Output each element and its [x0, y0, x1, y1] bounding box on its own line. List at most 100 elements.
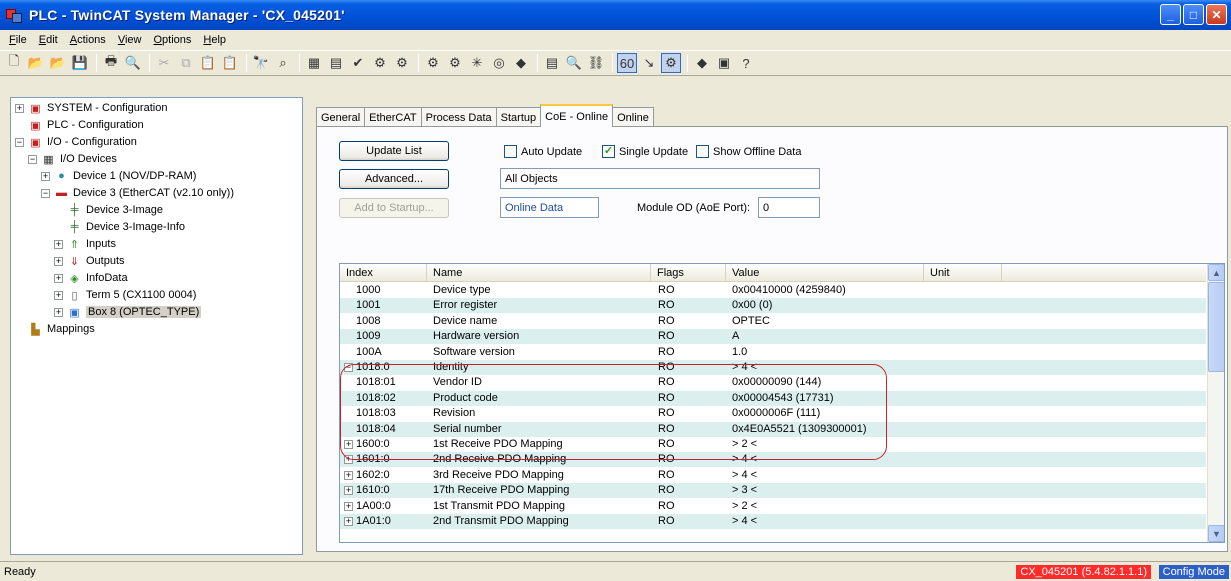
table-row[interactable]: +1601:0 2nd Receive PDO Mapping RO > 4 <: [340, 452, 1206, 468]
object-dictionary-list[interactable]: Index Name Flags Value Unit 1000 Device t…: [339, 263, 1225, 543]
collapse-icon[interactable]: −: [28, 154, 37, 164]
generate-mappings-icon[interactable]: ▦: [304, 53, 324, 73]
free-run-icon[interactable]: ✳: [467, 53, 487, 73]
menu-help[interactable]: Help: [197, 34, 232, 46]
tab-process-data[interactable]: Process Data: [420, 107, 497, 127]
toggle-icon[interactable]: ↘: [639, 53, 659, 73]
scan-boxes-icon[interactable]: ⚙: [445, 53, 465, 73]
open-folder-alt-icon[interactable]: 📂: [48, 53, 68, 73]
minimize-button[interactable]: _: [1160, 4, 1181, 25]
collapse-icon[interactable]: −: [344, 363, 353, 372]
table-row[interactable]: −1018:0 Identity RO > 4 <: [340, 360, 1206, 375]
module-od-field[interactable]: 0: [758, 197, 820, 218]
table-row[interactable]: +1610:0 17th Receive PDO Mapping RO > 3 <: [340, 483, 1206, 499]
tab-coe-online[interactable]: CoE - Online: [540, 104, 614, 127]
column-flags[interactable]: Flags: [651, 264, 726, 282]
save-icon[interactable]: 💾: [70, 53, 90, 73]
expand-icon[interactable]: +: [41, 171, 50, 181]
about-icon[interactable]: ▣: [714, 53, 734, 73]
link-icon[interactable]: ⛓: [586, 53, 606, 73]
tree-item-box8[interactable]: + ▣ Box 8 (OPTEC_TYPE): [54, 304, 202, 320]
tree-item-device3-image[interactable]: ╪ Device 3-Image: [67, 202, 163, 218]
expand-icon[interactable]: +: [54, 273, 63, 283]
scan-devices-icon[interactable]: ⚙: [423, 53, 443, 73]
table-row[interactable]: +1602:0 3rd Receive PDO Mapping RO > 4 <: [340, 468, 1206, 483]
show-source-icon[interactable]: ▤: [542, 53, 562, 73]
configuration-tree[interactable]: + ▣ SYSTEM - Configuration ▣ PLC - Confi…: [10, 97, 303, 555]
tree-item-infodata[interactable]: + ◈ InfoData: [54, 270, 128, 286]
collapse-icon[interactable]: −: [41, 188, 50, 198]
expand-icon[interactable]: +: [54, 307, 63, 317]
check-configuration-icon[interactable]: ▤: [326, 53, 346, 73]
maximize-button[interactable]: □: [1183, 4, 1204, 25]
show-offline-data-checkbox[interactable]: Show Offline Data: [696, 145, 801, 158]
list-scrollbar[interactable]: ▲ ▼: [1207, 264, 1224, 542]
expand-icon[interactable]: +: [344, 501, 353, 511]
table-row[interactable]: 1018:04 Serial number RO 0x4E0A5521 (130930…: [340, 421, 1206, 437]
table-row[interactable]: +1A01:0 2nd Transmit PDO Mapping RO > 4 <: [340, 514, 1206, 529]
scroll-down-icon[interactable]: ▼: [1208, 525, 1224, 542]
tab-ethercat[interactable]: EtherCAT: [364, 107, 422, 127]
new-file-icon[interactable]: 🗋: [4, 53, 24, 73]
menu-options[interactable]: Options: [147, 34, 197, 46]
copy-icon[interactable]: ⧉: [176, 53, 196, 73]
expand-icon[interactable]: +: [344, 455, 353, 465]
expand-icon[interactable]: +: [344, 517, 353, 526]
expand-icon[interactable]: +: [54, 290, 63, 300]
menu-file[interactable]: File: [3, 34, 33, 46]
column-value[interactable]: Value: [726, 264, 924, 282]
target-icon[interactable]: ◎: [489, 53, 509, 73]
tab-startup[interactable]: Startup: [495, 107, 542, 127]
security-icon[interactable]: ◆: [692, 53, 712, 73]
menu-edit[interactable]: Edit: [33, 34, 64, 46]
menu-actions[interactable]: Actions: [64, 34, 112, 46]
paste-icon[interactable]: 📋: [198, 53, 218, 73]
restart-icon[interactable]: ⚙: [370, 53, 390, 73]
plc-icon[interactable]: ◆: [511, 53, 531, 73]
settings-icon[interactable]: ⚙: [661, 53, 681, 73]
tree-item-outputs[interactable]: + ⇓ Outputs: [54, 253, 125, 269]
paste-special-icon[interactable]: 📋: [220, 53, 240, 73]
close-button[interactable]: ✕: [1206, 4, 1227, 25]
table-row[interactable]: +1600:0 1st Receive PDO Mapping RO > 2 <: [340, 437, 1206, 452]
table-row[interactable]: 1008 Device name RO OPTEC: [340, 314, 1206, 329]
find-icon[interactable]: 🔭: [251, 53, 271, 73]
auto-update-checkbox[interactable]: Auto Update: [504, 145, 582, 158]
tree-item-inputs[interactable]: + ⇑ Inputs: [54, 236, 116, 252]
zoom-icon[interactable]: 🔍: [564, 53, 584, 73]
tree-item-device3[interactable]: − ▬ Device 3 (EtherCAT (v2.10 only)): [41, 185, 234, 201]
tab-general[interactable]: General: [316, 107, 366, 127]
menu-view[interactable]: View: [112, 34, 148, 46]
help-icon[interactable]: ?: [736, 53, 756, 73]
config-mode-icon[interactable]: ⚙: [392, 53, 412, 73]
tree-item-device1[interactable]: + ● Device 1 (NOV/DP-RAM): [41, 168, 196, 184]
advanced-button[interactable]: Advanced...: [339, 169, 449, 189]
table-row[interactable]: 1018:03 Revision RO 0x0000006F (111): [340, 406, 1206, 421]
expand-icon[interactable]: +: [344, 470, 353, 480]
expand-icon[interactable]: +: [54, 256, 63, 266]
tree-item-mappings[interactable]: ▙ Mappings: [28, 321, 94, 337]
table-row[interactable]: 1018:02 Product code RO 0x00004543 (17731): [340, 390, 1206, 406]
tree-item-system[interactable]: + ▣ SYSTEM - Configuration: [15, 100, 167, 116]
table-row[interactable]: 1000 Device type RO 0x00410000 (4259840): [340, 283, 1206, 298]
print-icon[interactable]: 🖶: [101, 53, 121, 73]
column-index[interactable]: Index: [340, 264, 427, 282]
table-row[interactable]: 100A Software version RO 1.0: [340, 345, 1206, 360]
table-row[interactable]: +1A00:0 1st Transmit PDO Mapping RO > 2 <: [340, 499, 1206, 514]
print-preview-icon[interactable]: 🔍: [123, 53, 143, 73]
expand-icon[interactable]: +: [54, 239, 63, 249]
online-view-icon[interactable]: 60: [617, 53, 637, 73]
find-next-icon[interactable]: ⌕: [273, 53, 293, 73]
single-update-checkbox[interactable]: ✓ Single Update: [602, 145, 688, 158]
expand-icon[interactable]: +: [344, 440, 353, 449]
scroll-thumb[interactable]: [1208, 282, 1224, 372]
activate-configuration-icon[interactable]: ✔: [348, 53, 368, 73]
cut-icon[interactable]: ✂: [154, 53, 174, 73]
tab-online[interactable]: Online: [612, 107, 654, 127]
tree-item-plc[interactable]: ▣ PLC - Configuration: [28, 117, 143, 133]
table-row[interactable]: 1018:01 Vendor ID RO 0x00000090 (144): [340, 375, 1206, 390]
tree-item-io-devices[interactable]: − ▦ I/O Devices: [28, 151, 117, 167]
table-row[interactable]: 1001 Error register RO 0x00 (0): [340, 298, 1206, 314]
open-folder-icon[interactable]: 📂: [26, 53, 46, 73]
column-unit[interactable]: Unit: [924, 264, 1002, 282]
